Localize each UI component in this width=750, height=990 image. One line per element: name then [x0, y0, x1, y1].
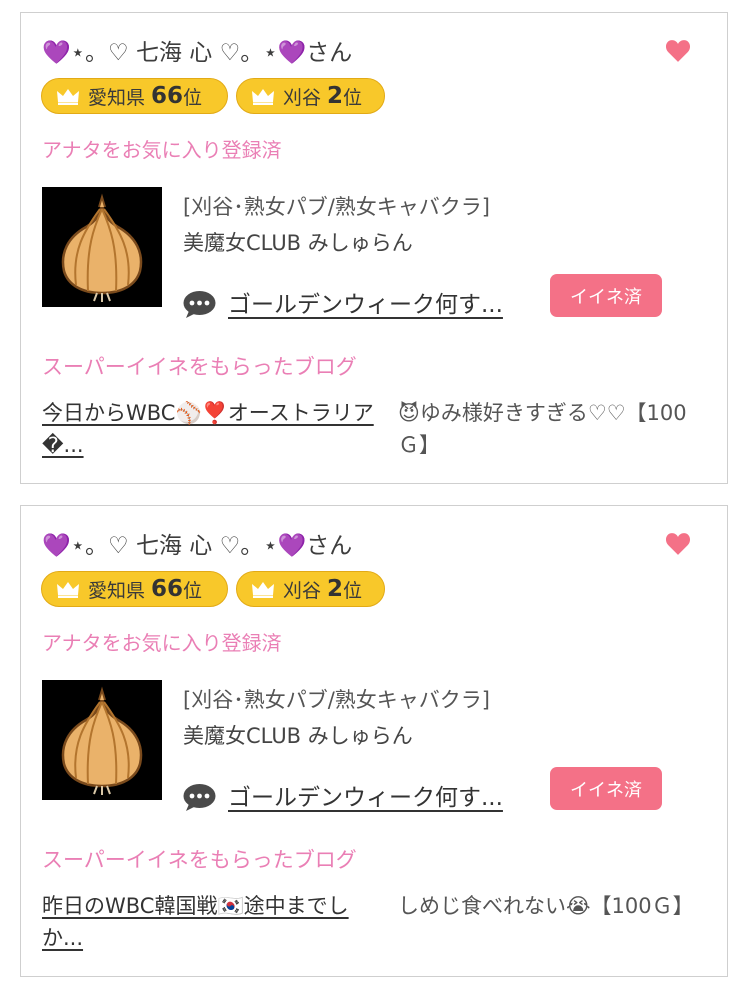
area-name: 刈谷 — [283, 86, 322, 109]
super-like-blog-link[interactable]: 今日からWBC⚾❣️オーストラリア�... — [42, 397, 385, 461]
user-name-suffix: さん — [306, 40, 353, 66]
rank-unit: 位 — [183, 579, 203, 602]
super-like-comment: 😈ゆみ様好きすぎる♡♡【100Ｇ】 — [398, 401, 687, 457]
crown-icon — [252, 582, 274, 598]
liked-button[interactable]: イイネ済 — [550, 767, 662, 810]
shop-thumbnail[interactable] — [42, 187, 162, 307]
shop-name[interactable]: 美魔女CLUB みしゅらん — [183, 227, 413, 257]
heart-icon[interactable] — [665, 39, 691, 63]
shop-category: [刈谷･熟女パブ/熟女キャバクラ] — [183, 688, 490, 712]
user-name[interactable]: 💜⋆。♡ 七海 心 ♡。⋆💜さん — [42, 526, 352, 560]
speech-bubble-icon — [183, 291, 216, 318]
crown-icon — [57, 582, 79, 598]
pref-rank: 66 — [151, 83, 184, 109]
super-like-label: スーパーイイネをもらったブログ — [42, 848, 357, 872]
crown-icon — [57, 89, 79, 105]
area-rank-badge[interactable]: 刈谷 2 位 — [236, 78, 385, 114]
super-like-blog-link[interactable]: 昨日のWBC韓国戦🇰🇷途中までしか... — [42, 890, 385, 954]
super-like-comment: しめじ食べれない😭【100Ｇ】 — [398, 894, 694, 918]
liked-button[interactable]: イイネ済 — [550, 274, 662, 317]
pref-name: 愛知県 — [88, 86, 146, 109]
shop-category: [刈谷･熟女パブ/熟女キャバクラ] — [183, 195, 490, 219]
onion-image — [42, 187, 162, 307]
pref-name: 愛知県 — [88, 579, 146, 602]
latest-blog-link[interactable]: ゴールデンウィーク何す... — [228, 285, 503, 319]
pref-rank-badge[interactable]: 愛知県 66 位 — [41, 571, 228, 607]
pref-rank: 66 — [151, 576, 184, 602]
shop-name[interactable]: 美魔女CLUB みしゅらん — [183, 720, 413, 750]
user-name[interactable]: 💜⋆。♡ 七海 心 ♡。⋆💜さん — [42, 33, 352, 67]
registered-status: アナタをお気に入り登録済 — [42, 138, 282, 162]
user-name-text: 💜⋆。♡ 七海 心 ♡。⋆💜 — [42, 40, 307, 66]
onion-image — [42, 680, 162, 800]
super-like-label: スーパーイイネをもらったブログ — [42, 355, 357, 379]
rank-unit: 位 — [343, 86, 363, 109]
latest-blog-link[interactable]: ゴールデンウィーク何す... — [228, 778, 503, 812]
registered-status: アナタをお気に入り登録済 — [42, 631, 282, 655]
area-rank-badge[interactable]: 刈谷 2 位 — [236, 571, 385, 607]
heart-icon[interactable] — [665, 532, 691, 556]
rank-unit: 位 — [343, 579, 363, 602]
pref-rank-badge[interactable]: 愛知県 66 位 — [41, 78, 228, 114]
area-rank: 2 — [327, 576, 344, 602]
speech-bubble-icon — [183, 784, 216, 811]
user-name-text: 💜⋆。♡ 七海 心 ♡。⋆💜 — [42, 533, 307, 559]
user-name-suffix: さん — [306, 533, 353, 559]
favorite-user-card: 💜⋆。♡ 七海 心 ♡。⋆💜さん 愛知県 66 位 刈谷 2 位 アナタをお気に… — [20, 12, 728, 484]
crown-icon — [252, 89, 274, 105]
area-name: 刈谷 — [283, 579, 322, 602]
favorite-user-card: 💜⋆。♡ 七海 心 ♡。⋆💜さん 愛知県 66 位 刈谷 2 位 アナタをお気に… — [20, 505, 728, 977]
shop-thumbnail[interactable] — [42, 680, 162, 800]
area-rank: 2 — [327, 83, 344, 109]
rank-unit: 位 — [183, 86, 203, 109]
